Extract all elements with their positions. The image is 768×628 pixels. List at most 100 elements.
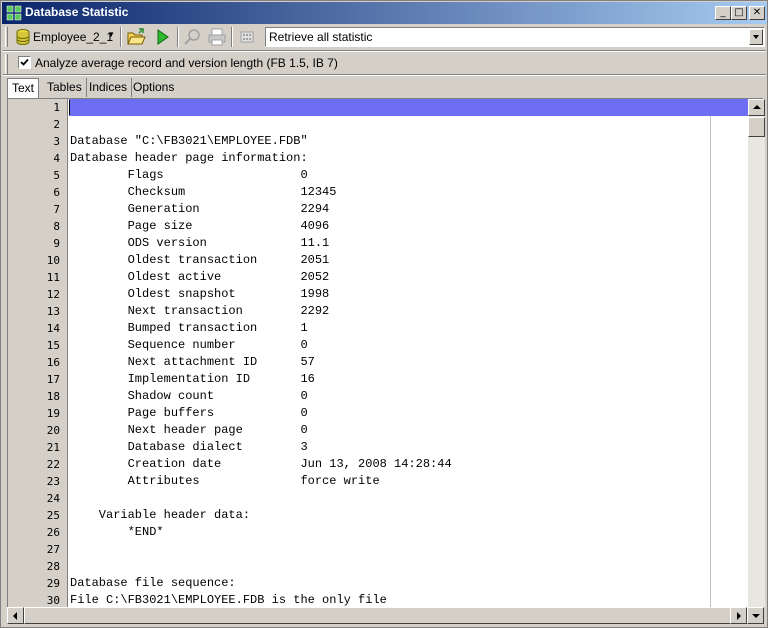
tab-indices[interactable]: Indices xyxy=(85,78,133,97)
line-text[interactable]: Generation 2294 xyxy=(70,202,330,216)
line-text[interactable]: Flags 0 xyxy=(70,168,308,182)
line-text[interactable]: Oldest snapshot 1998 xyxy=(70,287,330,301)
line-text[interactable]: Next header page 0 xyxy=(70,423,308,437)
line-number: 15 xyxy=(46,339,60,352)
editor-line[interactable]: 21 Database dialect 3 xyxy=(8,439,748,456)
editor-line[interactable]: 2 xyxy=(8,116,748,133)
editor-line[interactable]: 28 xyxy=(8,558,748,575)
editor-line[interactable]: 16 Next attachment ID 57 xyxy=(8,354,748,371)
line-text[interactable]: Database header page information: xyxy=(70,151,308,165)
line-text[interactable]: Implementation ID 16 xyxy=(70,372,315,386)
line-text[interactable]: Page size 4096 xyxy=(70,219,330,233)
line-text[interactable]: Database file sequence: xyxy=(70,576,236,590)
minimize-button[interactable]: _ xyxy=(715,6,731,20)
line-number: 24 xyxy=(46,492,60,505)
line-text[interactable]: Bumped transaction 1 xyxy=(70,321,308,335)
scroll-left-button[interactable] xyxy=(7,607,24,624)
editor-lines[interactable]: 1 2 3 Database "C:\FB3021\EMPLOYEE.FDB" 4 Dat… xyxy=(8,99,748,609)
scroll-right-button[interactable] xyxy=(730,607,747,624)
editor-line[interactable]: 13 Next transaction 2292 xyxy=(8,303,748,320)
tab-tables[interactable]: Tables xyxy=(43,78,87,97)
line-text[interactable]: Checksum 12345 xyxy=(70,185,337,199)
editor-line[interactable]: 26 *END* xyxy=(8,524,748,541)
toolbar-grip[interactable] xyxy=(5,54,8,74)
line-text[interactable]: *END* xyxy=(70,525,164,539)
editor-line[interactable]: 14 Bumped transaction 1 xyxy=(8,320,748,337)
line-text[interactable]: Variable header data: xyxy=(70,508,250,522)
chevron-down-icon: ▼ xyxy=(107,30,115,39)
editor-line[interactable]: 22 Creation date Jun 13, 2008 14:28:44 xyxy=(8,456,748,473)
close-button[interactable]: ✕ xyxy=(749,6,765,20)
statistic-text-editor[interactable]: 1 2 3 Database "C:\FB3021\EMPLOYEE.FDB" 4 Dat… xyxy=(7,98,765,610)
statistic-mode-select[interactable]: Retrieve all statistic xyxy=(265,27,765,47)
calculator-button[interactable] xyxy=(236,26,258,48)
run-button[interactable] xyxy=(151,26,173,48)
editor-line[interactable]: 6 Checksum 12345 xyxy=(8,184,748,201)
scroll-up-button[interactable] xyxy=(748,99,765,116)
toolbar: Employee_2_1 ▼ Retrieve all statistic xyxy=(3,25,766,49)
vertical-scroll-thumb[interactable] xyxy=(748,117,765,137)
line-text[interactable]: Page buffers 0 xyxy=(70,406,308,420)
editor-line[interactable]: 27 xyxy=(8,541,748,558)
line-number: 26 xyxy=(46,526,60,539)
vertical-scrollbar[interactable] xyxy=(748,99,765,609)
line-text[interactable]: Database dialect 3 xyxy=(70,440,308,454)
analyze-label[interactable]: Analyze average record and version lengt… xyxy=(35,56,338,70)
tab-label: Text xyxy=(12,81,35,95)
editor-line[interactable]: 19 Page buffers 0 xyxy=(8,405,748,422)
editor-line[interactable]: 25 Variable header data: xyxy=(8,507,748,524)
line-number: 30 xyxy=(46,594,60,607)
editor-line[interactable]: 17 Implementation ID 16 xyxy=(8,371,748,388)
editor-line[interactable]: 5 Flags 0 xyxy=(8,167,748,184)
chevron-down-icon[interactable] xyxy=(749,29,763,45)
editor-line[interactable]: 9 ODS version 11.1 xyxy=(8,235,748,252)
line-text[interactable]: Creation date Jun 13, 2008 14:28:44 xyxy=(70,457,452,471)
editor-line[interactable]: 8 Page size 4096 xyxy=(8,218,748,235)
editor-line[interactable]: 7 Generation 2294 xyxy=(8,201,748,218)
title-bar[interactable]: Database Statistic _ □ ✕ xyxy=(2,2,767,24)
tab-text[interactable]: Text xyxy=(7,78,40,98)
editor-line[interactable]: 15 Sequence number 0 xyxy=(8,337,748,354)
horizontal-scroll-thumb[interactable] xyxy=(24,607,736,624)
line-text[interactable]: Next transaction 2292 xyxy=(70,304,330,318)
editor-line[interactable]: 29 Database file sequence: xyxy=(8,575,748,592)
line-text[interactable]: Shadow count 0 xyxy=(70,389,308,403)
toolbar-grip[interactable] xyxy=(5,27,8,47)
editor-line[interactable]: 12 Oldest snapshot 1998 xyxy=(8,286,748,303)
maximize-button[interactable]: □ xyxy=(731,6,747,20)
line-text[interactable]: Oldest transaction 2051 xyxy=(70,253,330,267)
tab-options[interactable]: Options xyxy=(129,78,178,97)
tab-label: Options xyxy=(133,80,175,94)
editor-line[interactable]: 23 Attributes force write xyxy=(8,473,748,490)
line-number: 13 xyxy=(46,305,60,318)
line-number: 6 xyxy=(53,186,60,199)
editor-line[interactable]: 20 Next header page 0 xyxy=(8,422,748,439)
line-text[interactable]: Oldest active 2052 xyxy=(70,270,330,284)
scroll-down-button[interactable] xyxy=(747,607,764,624)
line-text[interactable]: Sequence number 0 xyxy=(70,338,308,352)
editor-line[interactable]: 10 Oldest transaction 2051 xyxy=(8,252,748,269)
line-number: 22 xyxy=(46,458,60,471)
open-folder-icon xyxy=(127,28,146,45)
line-text[interactable]: Attributes force write xyxy=(70,474,380,488)
editor-line[interactable]: 24 xyxy=(8,490,748,507)
line-text[interactable] xyxy=(69,99,748,116)
line-text[interactable]: ODS version 11.1 xyxy=(70,236,330,250)
editor-line[interactable]: 1 xyxy=(8,99,748,116)
editor-line[interactable]: 4 Database header page information: xyxy=(8,150,748,167)
print-button[interactable] xyxy=(206,26,228,48)
line-number: 10 xyxy=(46,254,60,267)
editor-line[interactable]: 11 Oldest active 2052 xyxy=(8,269,748,286)
editor-line[interactable]: 3 Database "C:\FB3021\EMPLOYEE.FDB" xyxy=(8,133,748,150)
database-selector[interactable]: Employee_2_1 ▼ xyxy=(13,26,117,48)
open-button[interactable] xyxy=(125,26,147,48)
line-text[interactable]: Database "C:\FB3021\EMPLOYEE.FDB" xyxy=(70,134,308,148)
find-button[interactable] xyxy=(182,26,204,48)
analyze-checkbox[interactable] xyxy=(18,56,31,69)
line-text[interactable]: Next attachment ID 57 xyxy=(70,355,315,369)
editor-line[interactable]: 18 Shadow count 0 xyxy=(8,388,748,405)
horizontal-scrollbar[interactable] xyxy=(7,607,764,624)
line-text[interactable]: File C:\FB3021\EMPLOYEE.FDB is the only … xyxy=(70,593,387,607)
database-statistic-window: Database Statistic _ □ ✕ Employee_2_1 ▼ xyxy=(0,0,768,628)
calculator-icon xyxy=(240,31,254,43)
